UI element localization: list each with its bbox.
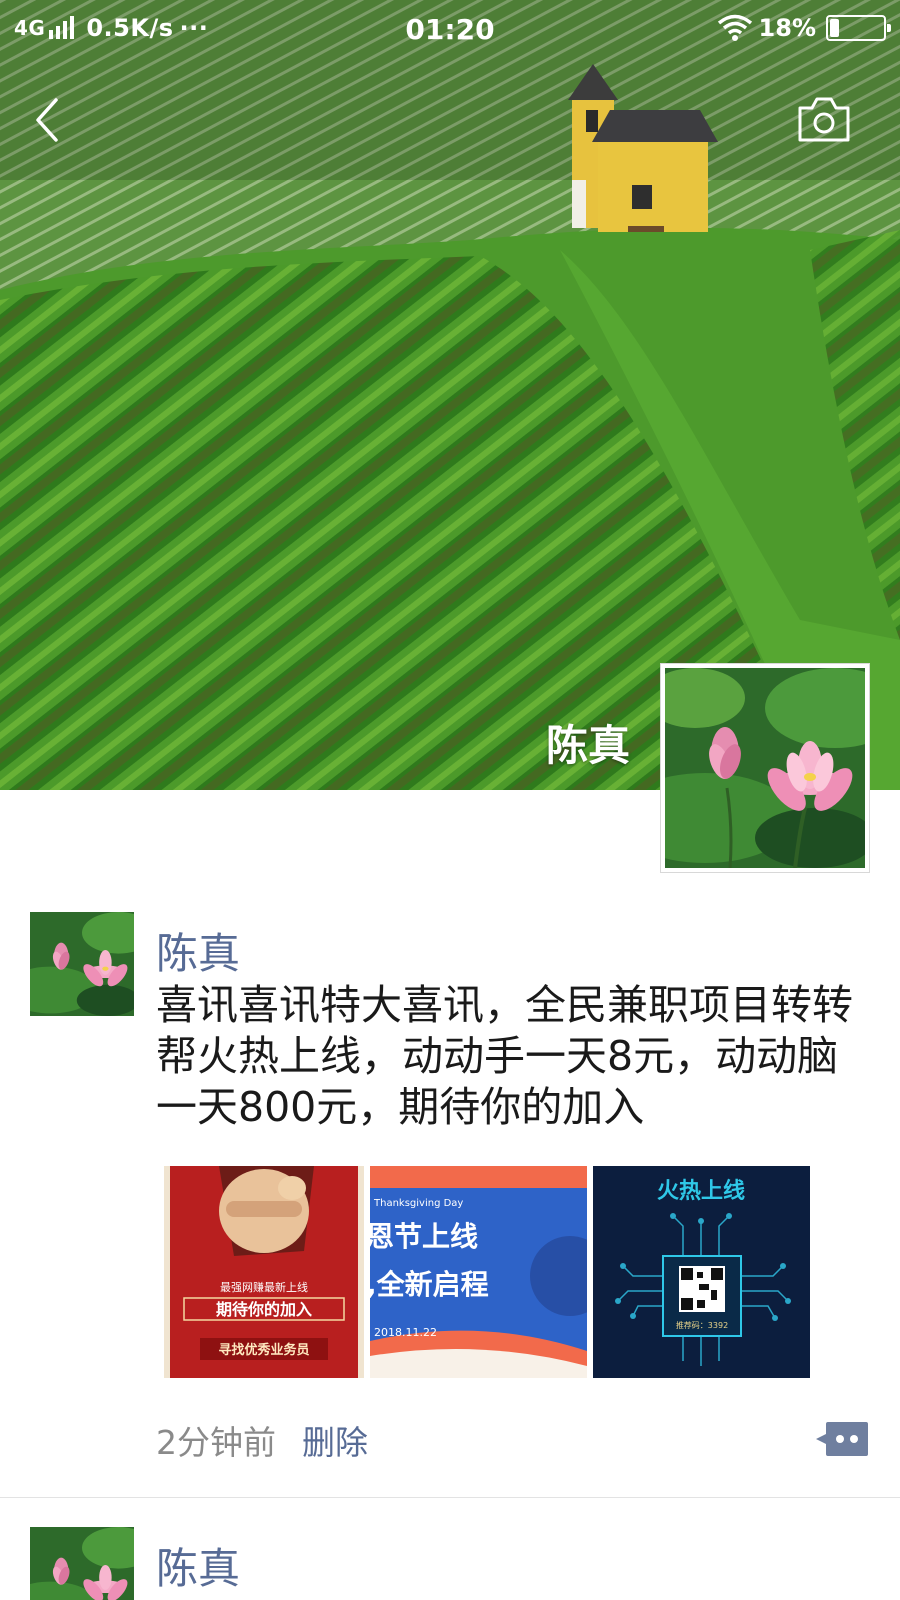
post-author-name[interactable]: 陈真 — [156, 920, 240, 981]
lotus-avatar-image — [665, 668, 865, 868]
poster-2-line-3: ,全新启程 — [370, 1268, 489, 1301]
poster-1-line-3: 寻找优秀业务员 — [218, 1342, 309, 1358]
camera-icon — [798, 97, 850, 142]
poster-3-line-1: 火热上线 — [657, 1178, 745, 1204]
lotus-avatar-image — [30, 1527, 134, 1600]
battery-icon — [826, 15, 891, 41]
back-button[interactable] — [22, 90, 78, 150]
poster-1-line-2: 期待你的加入 — [216, 1300, 312, 1319]
poster-2-line-4: 2018.11.22 — [374, 1326, 437, 1339]
post-author-avatar[interactable] — [30, 912, 134, 1016]
profile-name: 陈真 — [545, 721, 630, 770]
poster-1-line-1: 最强网赚最新上线 — [220, 1280, 308, 1294]
comment-like-button[interactable] — [814, 1418, 870, 1460]
poster-2-line-1: Thanksgiving Day — [373, 1198, 463, 1209]
camera-button[interactable] — [794, 94, 854, 146]
battery-percent: 18% — [758, 14, 816, 42]
lotus-avatar-image — [30, 912, 134, 1016]
post-divider — [0, 1497, 900, 1498]
more-dots-icon — [816, 1422, 868, 1456]
status-right: 18% — [717, 14, 891, 42]
post-text: 喜讯喜讯特大喜讯，全民兼职项目转转帮火热上线，动动手一天8元，动动脑一天800元… — [156, 981, 853, 1131]
post-image-2[interactable]: Thanksgiving Day 恩节上线 ,全新启程 2018.11.22 — [370, 1166, 587, 1378]
poster-2-line-2: 恩节上线 — [370, 1220, 478, 1253]
post-image-1[interactable]: 最强网赚最新上线 期待你的加入 寻找优秀业务员 — [164, 1166, 364, 1378]
post-timestamp: 2分钟前 — [156, 1423, 276, 1462]
post-author-avatar[interactable] — [30, 1527, 134, 1600]
poster-3-line-2: 推荐码：3392 — [676, 1320, 728, 1330]
delete-button[interactable]: 删除 — [302, 1416, 368, 1464]
post-meta: 2分钟前 删除 — [156, 1416, 368, 1464]
chevron-left-icon — [36, 98, 58, 142]
status-bar: 4G 0.5K/s ··· 01:20 18% — [0, 0, 900, 62]
profile-avatar[interactable] — [660, 663, 870, 873]
battery-level — [830, 19, 840, 37]
post-image-3[interactable]: 火热上线 推荐码：3392 — [593, 1166, 810, 1378]
wifi-icon — [717, 14, 752, 41]
post-author-name[interactable]: 陈真 — [156, 1535, 240, 1596]
post-image-grid: 最强网赚最新上线 期待你的加入 寻找优秀业务员 Thanksgiving Day… — [164, 1166, 810, 1378]
